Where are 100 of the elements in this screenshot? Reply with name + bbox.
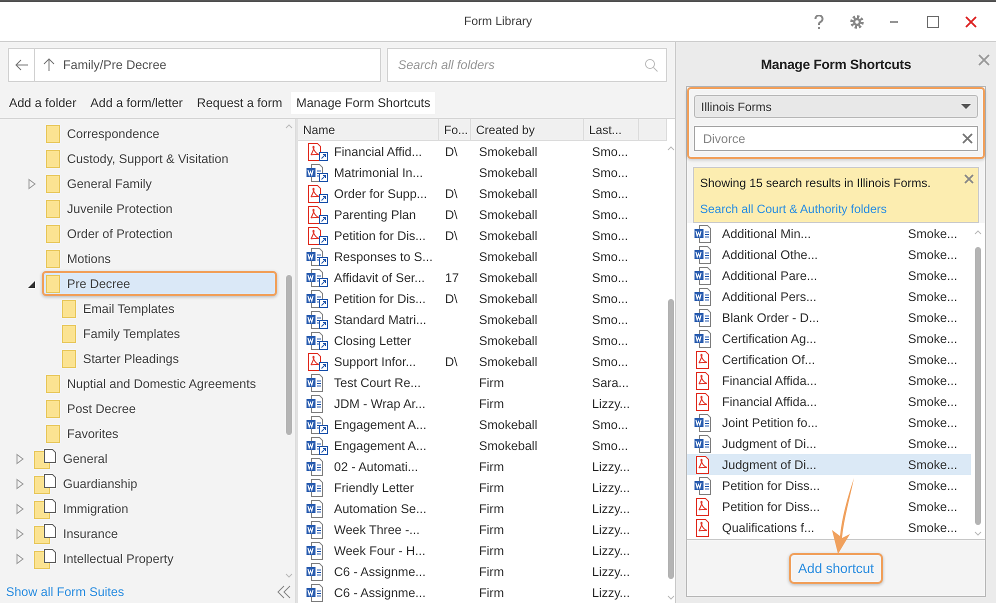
table-row[interactable]: C6 - Assignme... Firm Lizzy... (298, 582, 667, 603)
toolbar-tab[interactable]: Request a form (192, 92, 288, 114)
toolbar-tab[interactable]: Manage Form Shortcuts (291, 92, 436, 114)
table-row[interactable]: Standard Matri... Smokeball Smo... (298, 309, 667, 330)
table-cell-text: Lizzy... (591, 502, 631, 516)
table-row[interactable]: Petition for Dis... D\ Smokeball Smo... (298, 288, 667, 309)
tree-item[interactable]: Email Templates (58, 296, 277, 321)
table-row[interactable]: Petition for Dis... D\ Smokeball Smo... (298, 225, 667, 246)
tree-item[interactable]: Insurance (30, 521, 277, 546)
table-row[interactable]: Friendly Letter Firm Lizzy... (298, 477, 667, 498)
result-row[interactable]: Financial Affida... Smoke... (687, 370, 971, 391)
result-row[interactable]: Financial Affida... Smoke... (687, 391, 971, 412)
tree-item[interactable]: Family Templates (58, 321, 277, 346)
search-box[interactable]: Search all folders (387, 48, 667, 82)
table-cell-text: Week Three -... (333, 522, 421, 536)
table-row[interactable]: Test Court Re... Firm Sara... (298, 372, 667, 393)
form-suite-dropdown[interactable]: Illinois Forms (694, 95, 978, 118)
tree-item[interactable]: Intellectual Property (30, 546, 277, 571)
table-row[interactable]: 02 - Automati... Firm Lizzy... (298, 456, 667, 477)
filter-field[interactable]: Divorce (701, 130, 962, 146)
tree-item[interactable]: Correspondence (42, 121, 277, 146)
table-row[interactable]: Closing Letter Smokeball Smo... (298, 330, 667, 351)
scrollbar-thumb[interactable] (668, 299, 674, 579)
result-name: Judgment of Di... (722, 436, 818, 450)
collapsed-caret-icon[interactable] (14, 452, 26, 464)
result-row[interactable]: Additional Pers... Smoke... (687, 286, 971, 307)
column-header[interactable]: Last... (584, 119, 639, 140)
result-row[interactable]: Additional Pare... Smoke... (687, 265, 971, 286)
word-document-shortcut-icon (306, 332, 328, 350)
collapsed-caret-icon[interactable] (26, 178, 38, 190)
collapsed-caret-icon[interactable] (14, 478, 26, 490)
path-bar[interactable]: Family/Pre Decree (8, 48, 381, 82)
filter-box[interactable]: Divorce (694, 126, 978, 151)
table-row[interactable]: Week Four - H... Firm Lizzy... (298, 540, 667, 561)
table-row[interactable]: Automation Se... Firm Lizzy... (298, 498, 667, 519)
result-row[interactable]: Additional Min... Smoke... (687, 223, 971, 244)
table-row[interactable]: Responses to S... Smokeball Smo... (298, 246, 667, 267)
result-row[interactable]: Qualifications f... Smoke... (687, 517, 971, 538)
column-header[interactable]: Created by (471, 119, 584, 140)
path-field[interactable]: Family/Pre Decree (61, 57, 380, 73)
table-cell-text: Smo... (591, 418, 630, 432)
table-cell-text: Smokeball (478, 208, 538, 222)
tree-item[interactable]: Order of Protection (42, 221, 277, 246)
tree-item[interactable]: General Family (42, 171, 277, 196)
table-cell-text: Smo... (591, 228, 630, 242)
collapsed-caret-icon[interactable] (14, 528, 26, 540)
scrollbar-thumb[interactable] (975, 247, 981, 525)
table-row[interactable]: Financial Affid... D\ Smokeball Smo... (298, 141, 667, 162)
table-row[interactable]: Affidavit of Ser... 17 Smokeball Smo... (298, 267, 667, 288)
table-row[interactable]: JDM - Wrap Ar... Firm Lizzy... (298, 393, 667, 414)
result-row[interactable]: Blank Order - D... Smoke... (687, 307, 971, 328)
result-row[interactable]: Certification Ag... Smoke... (687, 328, 971, 349)
scroll-down-icon (974, 531, 982, 537)
tree-item[interactable]: Motions (42, 246, 277, 271)
word-document-shortcut-icon (306, 164, 328, 182)
table-row[interactable]: Week Three -... Firm Lizzy... (298, 519, 667, 540)
tree-item[interactable]: Favorites (42, 421, 277, 446)
table-row[interactable]: Engagement A... Smokeball Smo... (298, 435, 667, 456)
result-name: Additional Pare... (722, 268, 818, 282)
table-cell-text: Lizzy... (591, 544, 631, 558)
collapse-chevrons-icon (277, 585, 291, 599)
result-row[interactable]: Judgment of Di... Smoke... (687, 454, 971, 475)
toolbar-tab[interactable]: Add a form/letter (85, 92, 188, 114)
result-row[interactable]: Certification Of... Smoke... (687, 349, 971, 370)
tree-item[interactable]: Pre Decree (42, 271, 277, 296)
scroll-down-icon (285, 573, 293, 579)
tree-item[interactable]: General (30, 446, 277, 471)
table-cell-text: Test Court Re... (333, 376, 422, 390)
result-author: Smoke... (908, 458, 958, 472)
table-row[interactable]: Support Infor... D\ Smokeball Smo... (298, 351, 667, 372)
search-field[interactable]: Search all folders (396, 57, 644, 73)
table-row[interactable]: C6 - Assignme... Firm Lizzy... (298, 561, 667, 582)
column-header[interactable]: Name (298, 119, 439, 140)
tree-item[interactable]: Custody, Support & Visitation (42, 146, 277, 171)
toolbar-tab[interactable]: Add a folder (4, 92, 82, 114)
scrollbar-thumb[interactable] (286, 275, 292, 435)
result-row[interactable]: Joint Petition fo... Smoke... (687, 412, 971, 433)
result-row[interactable]: Judgment of Di... Smoke... (687, 433, 971, 454)
collapsed-caret-icon[interactable] (14, 502, 26, 514)
result-row[interactable]: Petition for Diss... Smoke... (687, 475, 971, 496)
result-row[interactable]: Additional Othe... Smoke... (687, 244, 971, 265)
tree-item[interactable]: Nuptial and Domestic Agreements (42, 371, 277, 396)
tree-item[interactable]: Juvenile Protection (42, 196, 277, 221)
table-row[interactable]: Order for Supp... D\ Smokeball Smo... (298, 183, 667, 204)
table-cell-text: Smo... (591, 312, 630, 326)
word-document-shortcut-icon (306, 436, 328, 454)
tree-item[interactable]: Starter Pleadings (58, 346, 277, 371)
collapsed-caret-icon[interactable] (14, 552, 26, 564)
tree-item[interactable]: Guardianship (30, 471, 277, 496)
table-row[interactable]: Matrimonial In... Smokeball Smo... (298, 162, 667, 183)
column-header[interactable]: Fo... (439, 119, 471, 140)
table-row[interactable]: Parenting Plan D\ Smokeball Smo... (298, 204, 667, 225)
result-name: Petition for Diss... (722, 500, 821, 514)
result-row[interactable]: Petition for Diss... Smoke... (687, 496, 971, 517)
tree-item[interactable]: Post Decree (42, 396, 277, 421)
result-author: Smoke... (908, 332, 958, 346)
table-cell-text: D\ (444, 228, 458, 242)
table-row[interactable]: Engagement A... Smokeball Smo... (298, 414, 667, 435)
tree-item[interactable]: Immigration (30, 496, 277, 521)
result-author: Smoke... (908, 394, 958, 408)
